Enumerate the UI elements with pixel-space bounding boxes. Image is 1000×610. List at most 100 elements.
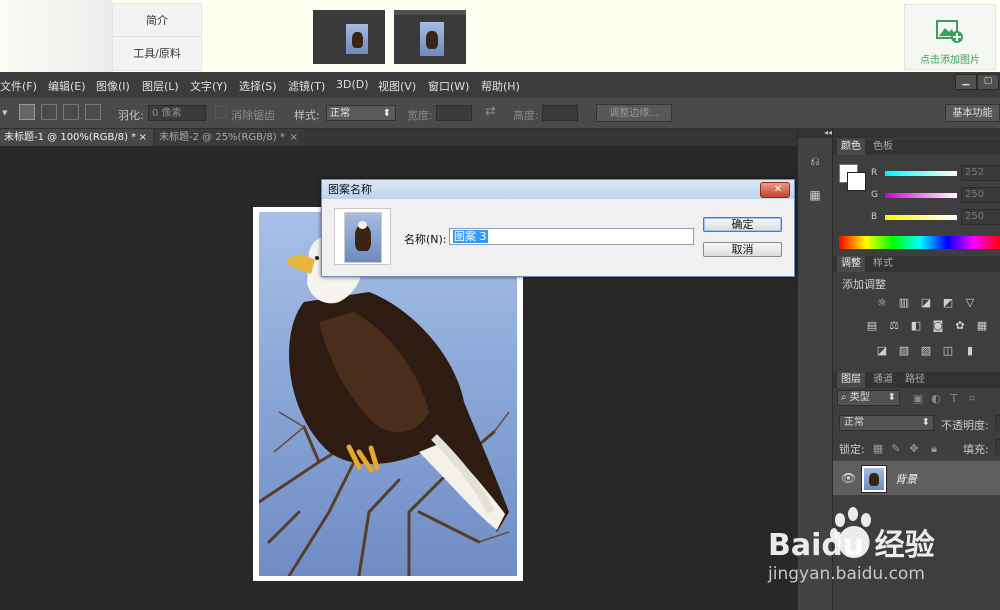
- cancel-button[interactable]: 取消: [703, 242, 782, 257]
- pattern-preview-image: [344, 212, 382, 263]
- opacity-input[interactable]: [995, 415, 1000, 431]
- red-slider[interactable]: [885, 171, 957, 176]
- step-thumbnail-1[interactable]: [313, 10, 385, 64]
- history-icon[interactable]: ⎌: [806, 154, 824, 170]
- restore-button[interactable]: ▢: [977, 74, 999, 90]
- red-label: R: [871, 168, 878, 178]
- menu-edit[interactable]: 编辑(E): [48, 78, 86, 94]
- green-value[interactable]: 250: [961, 187, 1000, 203]
- layer-filter-select[interactable]: ⌕ 类型 ⬍: [837, 390, 900, 406]
- tab-swatches[interactable]: 色板: [869, 139, 897, 155]
- new-selection-icon[interactable]: [19, 104, 35, 120]
- color-lookup-icon[interactable]: ▦: [975, 320, 989, 332]
- filter-shape-icon[interactable]: ⌗: [965, 393, 979, 405]
- color-balance-icon[interactable]: ⚖: [887, 320, 901, 332]
- lock-pixels-icon[interactable]: ✎: [889, 443, 903, 455]
- thumbnail-photo: [346, 24, 368, 54]
- menu-3d[interactable]: 3D(D): [336, 78, 369, 91]
- tab-adjustments[interactable]: 调整: [837, 256, 865, 272]
- lock-transparency-icon[interactable]: ▦: [871, 443, 885, 455]
- channel-mixer-icon[interactable]: ✿: [953, 320, 967, 332]
- workspace-button[interactable]: 基本功能: [945, 104, 1000, 122]
- add-selection-icon[interactable]: [41, 104, 57, 120]
- menu-view[interactable]: 视图(V): [378, 78, 416, 94]
- style-select[interactable]: 正常 ⬍: [326, 105, 396, 121]
- menu-select[interactable]: 选择(S): [239, 78, 277, 94]
- menu-image[interactable]: 图像(I): [96, 78, 130, 94]
- tool-preset-chevron-icon[interactable]: ▾: [2, 106, 8, 119]
- width-label: 宽度:: [407, 109, 433, 122]
- green-label: G: [871, 190, 878, 200]
- refine-edge-button[interactable]: 调整边缘...: [596, 104, 672, 122]
- ok-button[interactable]: 确定: [703, 217, 782, 232]
- curves-icon[interactable]: ◪: [919, 297, 933, 309]
- intro-tab[interactable]: 简介: [112, 3, 202, 38]
- posterize-icon[interactable]: ▨: [897, 345, 911, 357]
- add-adjustment-heading: 添加调整: [842, 278, 886, 291]
- brightness-icon[interactable]: ☼: [875, 297, 889, 309]
- add-image-button[interactable]: 点击添加图片: [904, 4, 996, 70]
- filter-adjustment-icon[interactable]: ◐: [929, 393, 943, 405]
- levels-icon[interactable]: ▥: [897, 297, 911, 309]
- menu-filter[interactable]: 滤镜(T): [288, 78, 325, 94]
- tab-styles[interactable]: 样式: [869, 256, 897, 272]
- tab-color[interactable]: 颜色: [837, 139, 865, 155]
- lock-position-icon[interactable]: ✥: [907, 443, 921, 455]
- dialog-titlebar[interactable]: 图案名称 ✕: [322, 180, 794, 199]
- tab-channels[interactable]: 通道: [869, 372, 897, 388]
- pattern-name-input[interactable]: 图案 3: [449, 228, 694, 245]
- menu-type[interactable]: 文字(Y): [190, 78, 227, 94]
- exposure-icon[interactable]: ◩: [941, 297, 955, 309]
- collapse-panel-icon[interactable]: ◂◂: [798, 128, 832, 138]
- color-spectrum-bar[interactable]: [839, 236, 1000, 249]
- antialias-checkbox[interactable]: [215, 106, 227, 118]
- visibility-eye-icon[interactable]: 👁︎: [841, 471, 856, 485]
- layer-row-background[interactable]: 👁︎ 背景: [833, 461, 1000, 495]
- width-input[interactable]: [436, 105, 472, 121]
- black-white-icon[interactable]: ◧: [909, 320, 923, 332]
- document-tab-1[interactable]: 未标题-1 @ 100%(RGB/8) * ×: [0, 129, 153, 146]
- menu-window[interactable]: 窗口(W): [428, 78, 469, 94]
- lock-all-icon[interactable]: 🔒︎: [927, 443, 941, 455]
- green-slider-row: G 250: [833, 187, 1000, 204]
- menu-file[interactable]: 文件(F): [0, 78, 37, 94]
- gradient-map-icon[interactable]: ▮: [963, 345, 977, 357]
- pattern-name-label: 名称(N):: [404, 233, 447, 246]
- filter-pixel-icon[interactable]: ▣: [911, 393, 925, 405]
- options-bar: ▾ 羽化: 0 像素 消除锯齿 样式: 正常 ⬍ 宽度: ⇄ 高度: 调整边缘..…: [0, 98, 1000, 129]
- blend-mode-select[interactable]: 正常 ⬍: [839, 415, 934, 431]
- minimize-button[interactable]: ▁: [955, 74, 977, 90]
- fill-input[interactable]: [995, 439, 1000, 455]
- menu-bar: 文件(F) 编辑(E) 图像(I) 图层(L) 文字(Y) 选择(S) 滤镜(T…: [0, 72, 1000, 98]
- menu-help[interactable]: 帮助(H): [481, 78, 520, 94]
- height-input[interactable]: [542, 105, 578, 121]
- layer-name: 背景: [895, 473, 917, 486]
- green-slider[interactable]: [885, 193, 957, 198]
- threshold-icon[interactable]: ▧: [919, 345, 933, 357]
- tools-materials-tab[interactable]: 工具/原料: [112, 36, 202, 71]
- selective-color-icon[interactable]: ◫: [941, 345, 955, 357]
- invert-icon[interactable]: ◪: [875, 345, 889, 357]
- vibrance-icon[interactable]: ▽: [963, 297, 977, 309]
- hue-saturation-icon[interactable]: ▤: [865, 320, 879, 332]
- photo-filter-icon[interactable]: ◙: [931, 320, 945, 332]
- swap-dimensions-icon[interactable]: ⇄: [485, 104, 496, 119]
- close-tab-icon[interactable]: ×: [290, 129, 298, 146]
- step-thumbnail-2[interactable]: [394, 10, 466, 64]
- document-tab-2[interactable]: 未标题-2 @ 25%(RGB/8) * ×: [155, 129, 304, 146]
- intersect-selection-icon[interactable]: [85, 104, 101, 120]
- blue-slider-row: B 250: [833, 209, 1000, 226]
- tab-layers[interactable]: 图层: [837, 372, 865, 388]
- blue-value[interactable]: 250: [961, 209, 1000, 225]
- tab-paths[interactable]: 路径: [901, 372, 929, 388]
- feather-input[interactable]: 0 像素: [148, 105, 206, 121]
- properties-icon[interactable]: ▦: [806, 188, 824, 204]
- filter-type-icon[interactable]: T: [947, 393, 961, 405]
- red-value[interactable]: 252: [961, 165, 1000, 181]
- menu-layer[interactable]: 图层(L): [142, 78, 179, 94]
- dialog-close-button[interactable]: ✕: [760, 182, 790, 198]
- select-arrows-icon: ⬍: [921, 417, 930, 428]
- close-tab-icon[interactable]: ×: [139, 129, 147, 146]
- subtract-selection-icon[interactable]: [63, 104, 79, 120]
- blue-slider[interactable]: [885, 215, 957, 220]
